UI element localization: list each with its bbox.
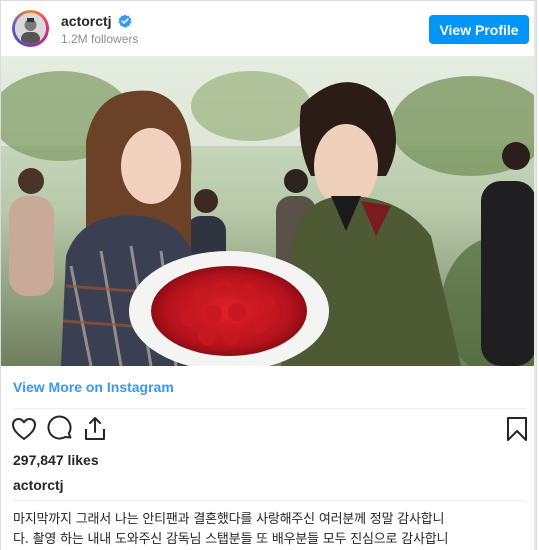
view-profile-button[interactable]: View Profile <box>429 15 529 44</box>
username-row: actorctj <box>61 12 132 30</box>
caption-line: 마지막까지 그래서 나는 안티팬과 결혼했다를 사랑해주신 여러분께 정말 감사… <box>13 512 445 527</box>
share-icon[interactable] <box>81 415 109 443</box>
view-more-link[interactable]: View More on Instagram <box>13 379 174 395</box>
follower-count: 1.2M followers <box>61 32 139 46</box>
like-count[interactable]: 297,847 likes <box>13 452 99 468</box>
bookmark-icon[interactable] <box>503 415 531 443</box>
comment-icon[interactable] <box>46 415 74 443</box>
divider <box>13 500 526 501</box>
caption-username[interactable]: actorctj <box>13 477 64 493</box>
avatar-image <box>15 13 46 44</box>
post-photo[interactable] <box>1 56 536 366</box>
scrollbar[interactable] <box>534 1 536 550</box>
heart-icon[interactable] <box>10 415 38 443</box>
username[interactable]: actorctj <box>61 13 112 29</box>
caption-line: 다. 촬영 하는 내내 도와주신 감독님 스탭분들 또 배우분들 모두 진심으로… <box>13 532 449 547</box>
instagram-embed-card: actorctj 1.2M followers View Profile Vie… <box>0 0 537 550</box>
action-bar <box>1 415 536 445</box>
post-caption: 마지막까지 그래서 나는 안티팬과 결혼했다를 사랑해주신 여러분께 정말 감사… <box>13 510 533 550</box>
verified-badge-icon <box>118 14 132 28</box>
avatar[interactable] <box>12 10 49 47</box>
post-header: actorctj 1.2M followers View Profile <box>1 1 536 56</box>
divider <box>13 408 526 409</box>
